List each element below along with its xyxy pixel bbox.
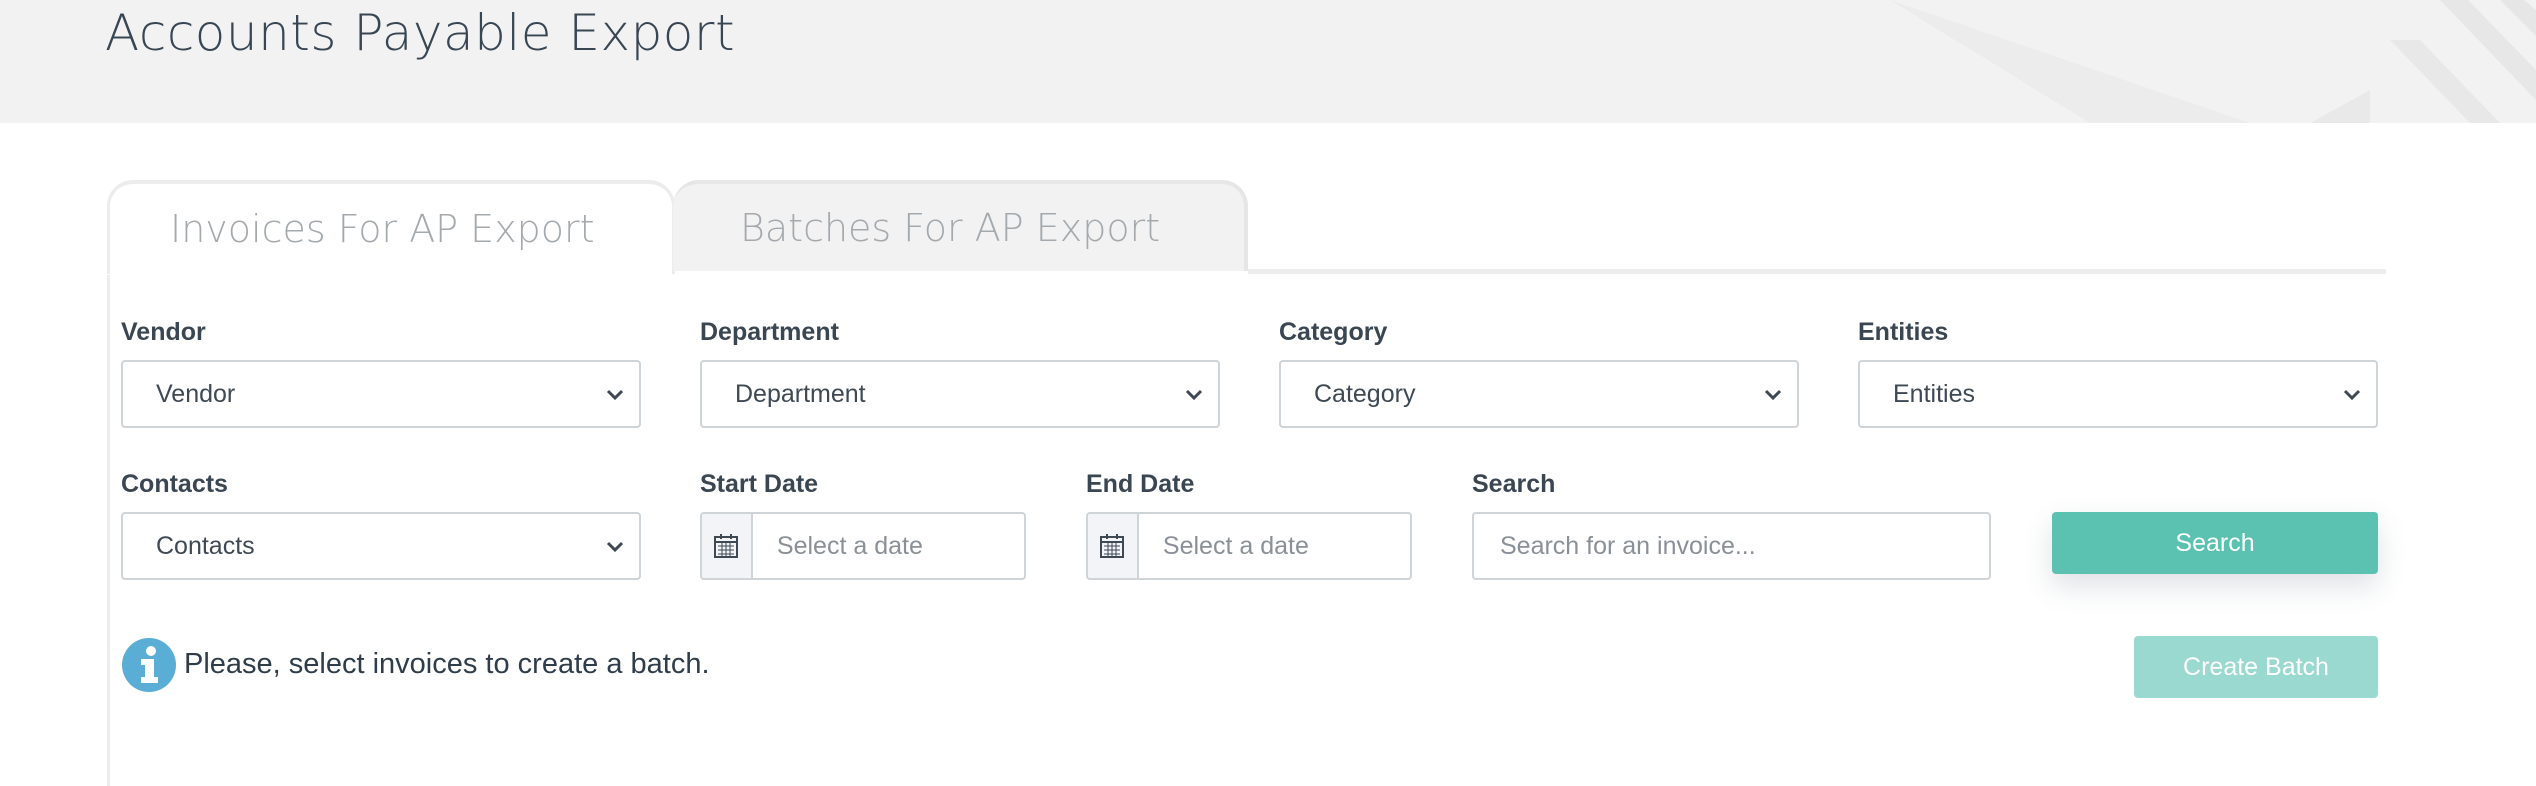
info-message: Please, select invoices to create a batc… bbox=[184, 648, 710, 680]
calendar-icon[interactable] bbox=[1088, 514, 1139, 578]
end-date-label: End Date bbox=[1086, 470, 1195, 498]
page-header: Accounts Payable Export bbox=[0, 0, 2536, 123]
tab-invoices-for-ap-export[interactable]: Invoices For AP Export bbox=[107, 180, 675, 274]
start-date-picker bbox=[700, 512, 1026, 580]
page-title: Accounts Payable Export bbox=[105, 4, 736, 62]
tabs-underline bbox=[1248, 269, 2386, 274]
entities-select-value: Entities bbox=[1893, 379, 1975, 408]
contacts-label: Contacts bbox=[121, 470, 228, 498]
search-button[interactable]: Search bbox=[2052, 512, 2378, 574]
vendor-select[interactable]: Vendor bbox=[121, 360, 641, 428]
entities-label: Entities bbox=[1858, 318, 1949, 346]
chevron-down-icon bbox=[1764, 389, 1782, 401]
search-input[interactable] bbox=[1472, 512, 1991, 580]
vendor-select-value: Vendor bbox=[156, 379, 236, 408]
end-date-picker bbox=[1086, 512, 1412, 580]
category-select[interactable]: Category bbox=[1279, 360, 1799, 428]
calendar-icon[interactable] bbox=[702, 514, 753, 578]
entities-select[interactable]: Entities bbox=[1858, 360, 2378, 428]
chevron-down-icon bbox=[606, 541, 624, 553]
vendor-label: Vendor bbox=[121, 318, 206, 346]
department-label: Department bbox=[700, 318, 839, 346]
info-icon bbox=[122, 638, 176, 692]
chevron-down-icon bbox=[606, 389, 624, 401]
contacts-select[interactable]: Contacts bbox=[121, 512, 641, 580]
department-select[interactable]: Department bbox=[700, 360, 1220, 428]
chevron-down-icon bbox=[2343, 389, 2361, 401]
panel-border bbox=[107, 275, 110, 786]
start-date-label: Start Date bbox=[700, 470, 819, 498]
contacts-select-value: Contacts bbox=[156, 531, 255, 560]
category-label: Category bbox=[1279, 318, 1388, 346]
chevron-down-icon bbox=[1185, 389, 1203, 401]
end-date-input[interactable] bbox=[1138, 514, 1410, 578]
tab-batches-for-ap-export[interactable]: Batches For AP Export bbox=[673, 180, 1248, 271]
tab-label: Batches For AP Export bbox=[740, 205, 1161, 250]
create-batch-button[interactable]: Create Batch bbox=[2134, 636, 2378, 698]
category-select-value: Category bbox=[1314, 379, 1416, 408]
search-label: Search bbox=[1472, 470, 1556, 498]
tab-label: Invoices For AP Export bbox=[170, 207, 595, 251]
department-select-value: Department bbox=[735, 379, 866, 408]
start-date-input[interactable] bbox=[752, 514, 1024, 578]
